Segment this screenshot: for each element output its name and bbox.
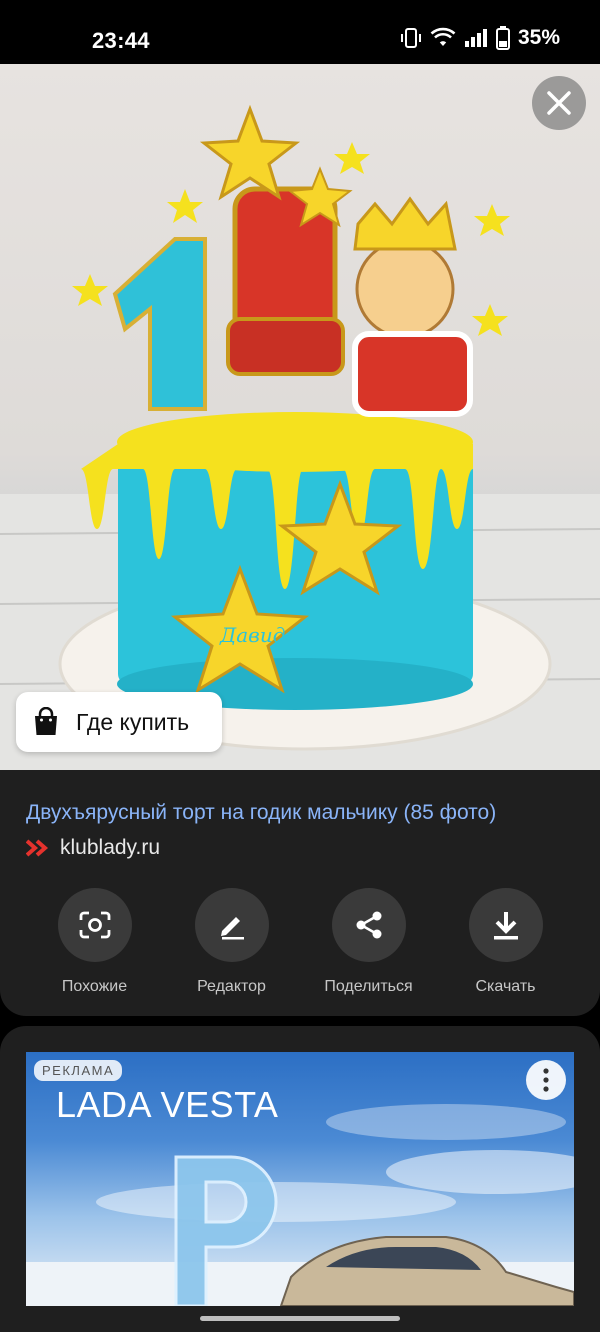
download-button-circle[interactable] [468, 888, 543, 962]
close-icon [547, 91, 571, 115]
battery-icon [495, 26, 510, 50]
share-button[interactable]: Поделиться [300, 888, 437, 996]
similar-button-circle[interactable] [57, 888, 132, 962]
editor-label: Редактор [197, 978, 266, 995]
result-title-link[interactable]: Двухъярусный торт на годик мальчику (85 … [26, 800, 586, 826]
klublady-logo-icon [26, 839, 49, 857]
more-vert-icon [543, 1068, 549, 1092]
ad-headline: LADA VESTA [56, 1084, 279, 1125]
wifi-icon [430, 27, 456, 46]
similar-button[interactable]: Похожие [26, 888, 163, 996]
vibrate-icon [400, 28, 421, 48]
battery-percent: 35% [517, 26, 560, 49]
result-source: klublady.ru [60, 836, 160, 859]
ad-badge: РЕКЛАМА [34, 1060, 123, 1081]
signal-icon [464, 29, 487, 47]
share-button-circle[interactable] [331, 888, 406, 962]
status-bar: 23:44 35% [0, 0, 600, 64]
download-label: Скачать [475, 978, 536, 995]
cake-image: Давид [0, 104, 600, 770]
similar-label: Похожие [61, 978, 128, 995]
cake-topper-text: Давид [219, 623, 285, 647]
close-button[interactable] [532, 76, 586, 130]
image-viewer[interactable]: Давид Где купить [0, 64, 600, 770]
home-indicator[interactable] [200, 1316, 400, 1321]
editor-button[interactable]: Редактор [163, 888, 300, 996]
download-icon [493, 912, 518, 940]
ad-menu-button[interactable] [526, 1060, 566, 1100]
result-info-card: Двухъярусный торт на годик мальчику (85 … [0, 770, 600, 1016]
pencil-icon [220, 917, 244, 940]
share-label: Поделиться [324, 978, 413, 995]
ad-banner[interactable]: РЕКЛАМА LADA VESTA [26, 1052, 574, 1306]
share-icon [356, 911, 381, 939]
where-to-buy-button[interactable]: Где купить [16, 692, 222, 752]
download-button[interactable]: Скачать [437, 888, 574, 996]
status-time: 23:44 [92, 28, 150, 53]
editor-button-circle[interactable] [194, 888, 269, 962]
shopping-bag-icon [35, 707, 57, 735]
where-to-buy-label: Где купить [76, 708, 190, 735]
action-bar: Похожие Редактор Поделиться Скачать [0, 888, 600, 996]
lens-search-icon [79, 911, 110, 939]
result-source-link[interactable]: klublady.ru [26, 836, 160, 860]
status-icons: 35% [400, 26, 560, 50]
ad-card: РЕКЛАМА LADA VESTA [0, 1026, 600, 1332]
